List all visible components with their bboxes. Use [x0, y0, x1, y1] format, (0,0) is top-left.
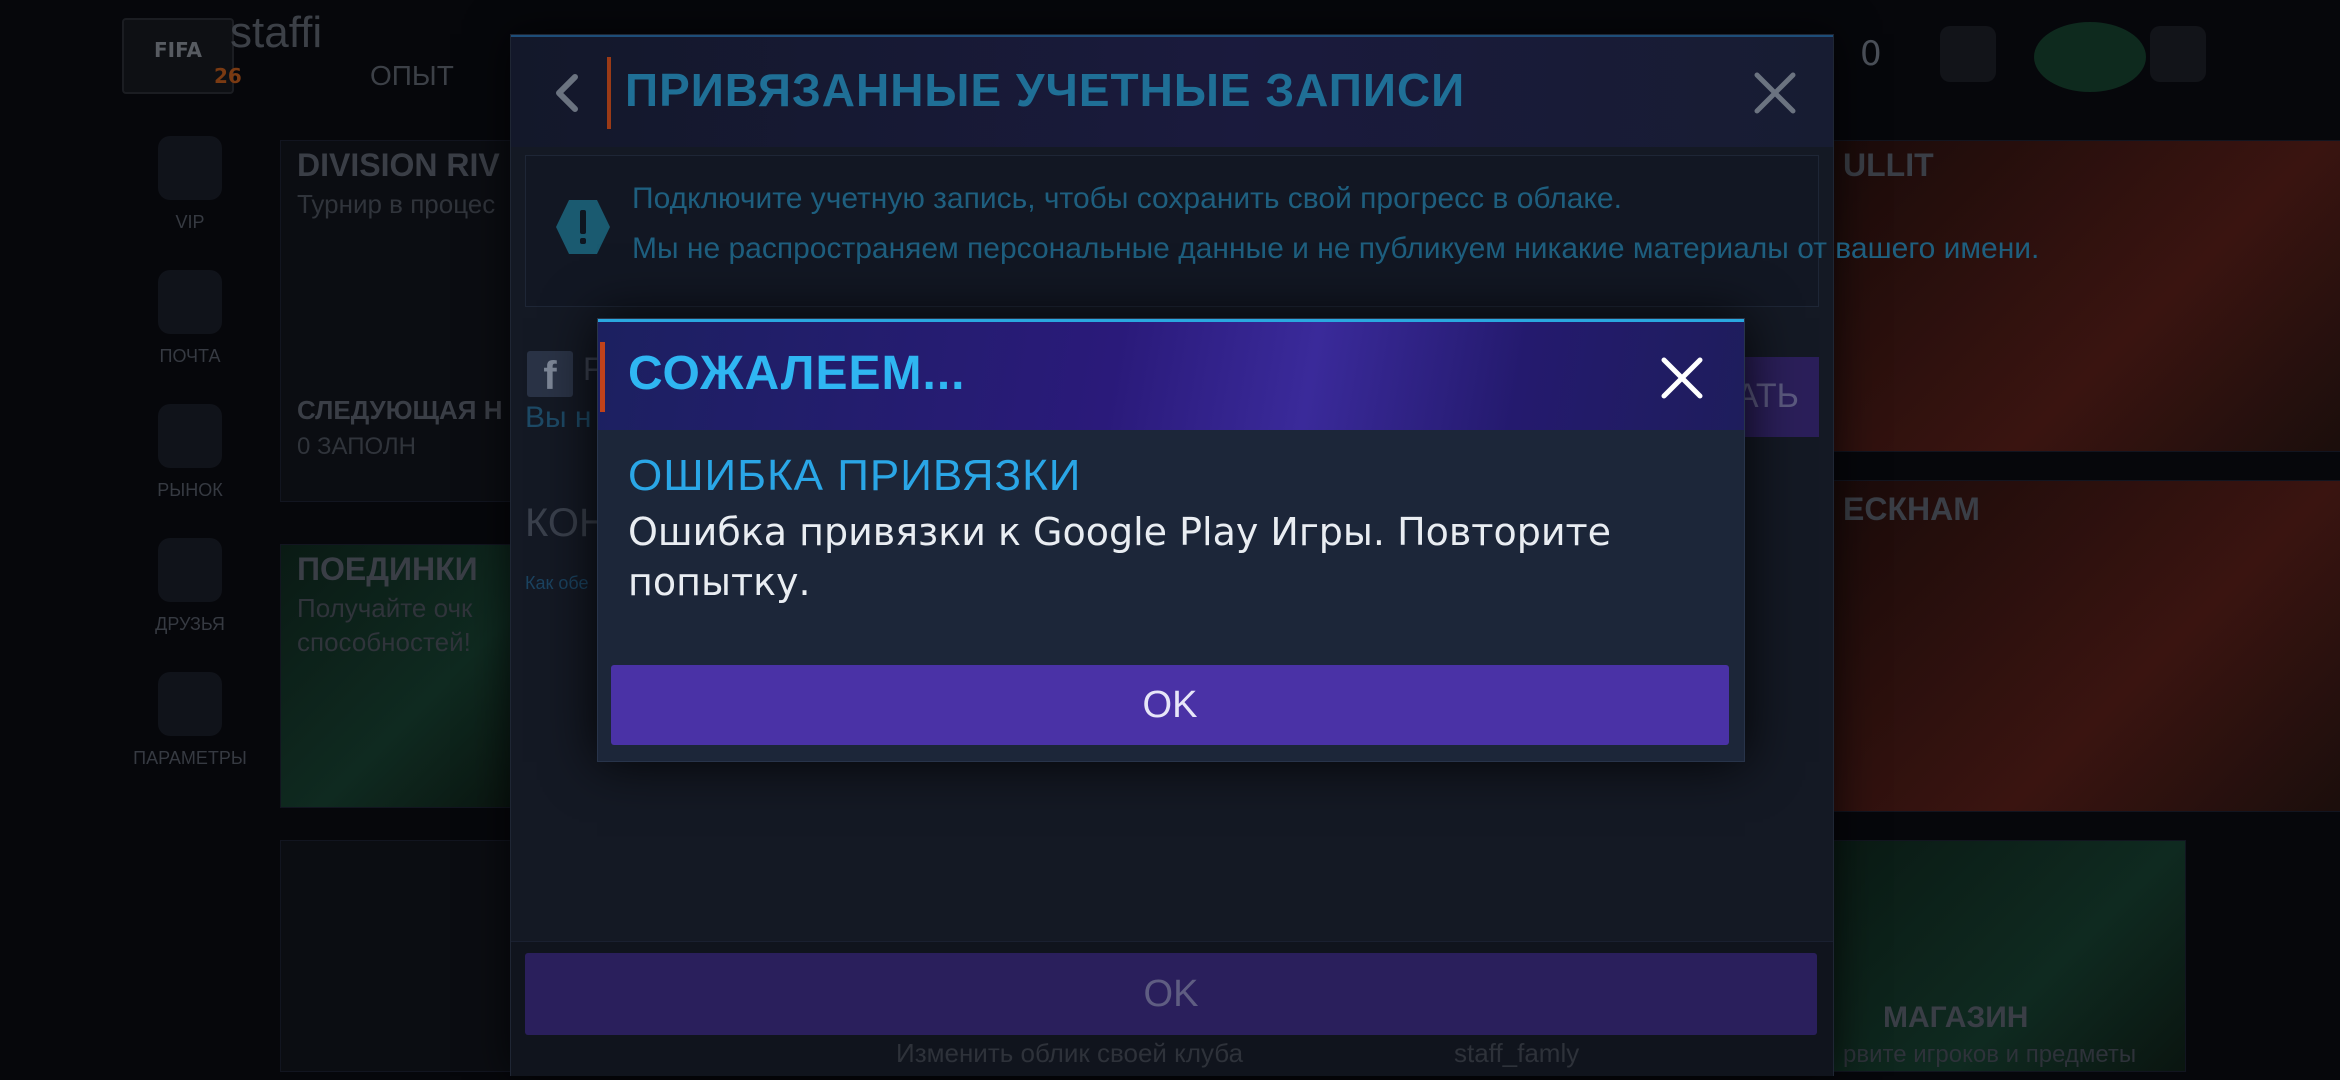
error-heading: ОШИБКА ПРИВЯЗКИ	[628, 451, 1082, 500]
duels-tile[interactable]: ПОЕДИНКИ Получайте очк способностей!	[280, 544, 522, 808]
dialog-close-button[interactable]	[1658, 354, 1706, 402]
info-line-1: Подключите учетную запись, чтобы сохрани…	[632, 182, 1622, 215]
promo-tile[interactable]: ULLIT	[1832, 140, 2340, 452]
sidebar-label: ДРУЗЬЯ	[155, 614, 225, 634]
xp-label: ОПЫТ	[370, 60, 454, 91]
dialog-title: СОЖАЛЕЕМ...	[628, 347, 966, 400]
title-accent-bar	[607, 57, 611, 129]
facebook-account-status: Вы н	[525, 401, 592, 434]
badge-tile[interactable]	[280, 840, 522, 1072]
sidebar-item-settings[interactable]: ПАРАМЕТРЫ	[120, 672, 260, 769]
info-line-2: Мы не распространяем персональные данные…	[632, 232, 2040, 265]
close-icon	[1754, 72, 1796, 114]
close-icon	[1661, 357, 1703, 399]
ok-button[interactable]: OK	[611, 665, 1729, 745]
sidebar-label: РЫНОК	[157, 480, 223, 500]
tile-title: ЕСКНАМ	[1843, 491, 1980, 527]
shop-tile[interactable]: МАГАЗИН рвите игроков и предметы	[1832, 840, 2186, 1072]
tile-title: ULLIT	[1843, 147, 1934, 183]
gavel-icon	[158, 404, 222, 468]
error-message: Ошибка привязки к Google Play Игры. Повт…	[628, 510, 1612, 604]
alert-icon	[556, 200, 610, 254]
sidebar-label: ПОЧТА	[159, 346, 221, 366]
back-button[interactable]	[541, 67, 593, 119]
sidebar-label: ПАРАМЕТРЫ	[133, 748, 247, 768]
tile-subtitle: 0 ЗАПОЛН	[297, 433, 416, 460]
player-tile[interactable]: ЕСКНАМ	[1832, 480, 2340, 812]
facebook-icon: f	[527, 351, 573, 398]
title-accent-bar	[600, 342, 605, 412]
player-level: 26	[214, 64, 242, 88]
modal-header: ПРИВЯЗАННЫЕ УЧЕТНЫЕ ЗАПИСИ	[511, 35, 1833, 147]
background-caption: Изменить облик своей клуба	[896, 1038, 1244, 1068]
store-icon[interactable]	[1940, 26, 1996, 82]
tile-title: ПОЕДИНКИ	[297, 551, 478, 587]
modal-ok-button[interactable]: OK	[525, 953, 1817, 1035]
shop-label: МАГАЗИН	[1883, 1001, 2029, 1034]
dialog-header: СОЖАЛЕЕМ...	[598, 319, 1744, 430]
sidebar-item-friends[interactable]: ДРУЗЬЯ	[150, 538, 230, 635]
sidebar-label: VIP	[175, 212, 205, 232]
sidebar-item-vip[interactable]: VIP	[150, 136, 230, 233]
logo-text: FIFA	[154, 38, 202, 62]
modal-title: ПРИВЯЗАННЫЕ УЧЕТНЫЕ ЗАПИСИ	[625, 64, 1466, 116]
tile-subtitle: Получайте очк	[297, 593, 473, 623]
gear-icon	[158, 672, 222, 736]
console-help-link[interactable]: Как обе	[525, 573, 589, 594]
username: staffi	[230, 8, 323, 57]
sidebar-item-market[interactable]: РЫНОК	[150, 404, 230, 501]
tile-title: DIVISION RIV	[297, 147, 500, 183]
shop-subtitle: рвите игроков и предметы	[1843, 1041, 2137, 1068]
sidebar-item-mail[interactable]: ПОЧТА	[150, 270, 230, 367]
crown-icon	[158, 136, 222, 200]
fifa-logo: FIFA 26	[122, 18, 242, 94]
tile-subtitle: Турнир в процес	[297, 189, 496, 219]
chevron-left-icon	[556, 74, 578, 112]
mail-icon	[158, 270, 222, 334]
background-caption: staff_famly	[1454, 1038, 1580, 1068]
home-icon[interactable]	[2150, 26, 2206, 82]
puzzle-icon	[158, 538, 222, 602]
fifa-points-icon[interactable]	[2034, 22, 2146, 92]
coins-count: 0	[1860, 34, 1882, 74]
error-dialog: СОЖАЛЕЕМ... ОШИБКА ПРИВЯЗКИ Ошибка привя…	[597, 318, 1745, 762]
tile-title: СЛЕДУЮЩАЯ Н	[297, 395, 503, 425]
info-box: Подключите учетную запись, чтобы сохрани…	[525, 155, 2039, 307]
close-button[interactable]	[1747, 65, 1803, 121]
division-tile[interactable]: DIVISION RIV Турнир в процес СЛЕДУЮЩАЯ Н…	[280, 140, 522, 502]
tile-subtitle: способностей!	[297, 627, 471, 657]
